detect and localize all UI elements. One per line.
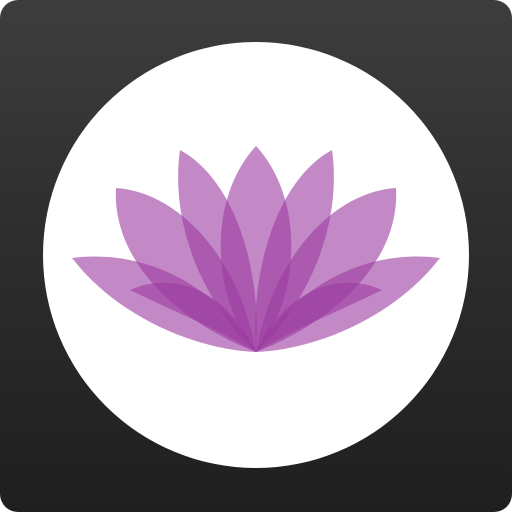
- app-icon-tile[interactable]: [0, 0, 512, 512]
- lotus-flower-icon: [72, 146, 440, 352]
- lotus-petals: [72, 146, 440, 352]
